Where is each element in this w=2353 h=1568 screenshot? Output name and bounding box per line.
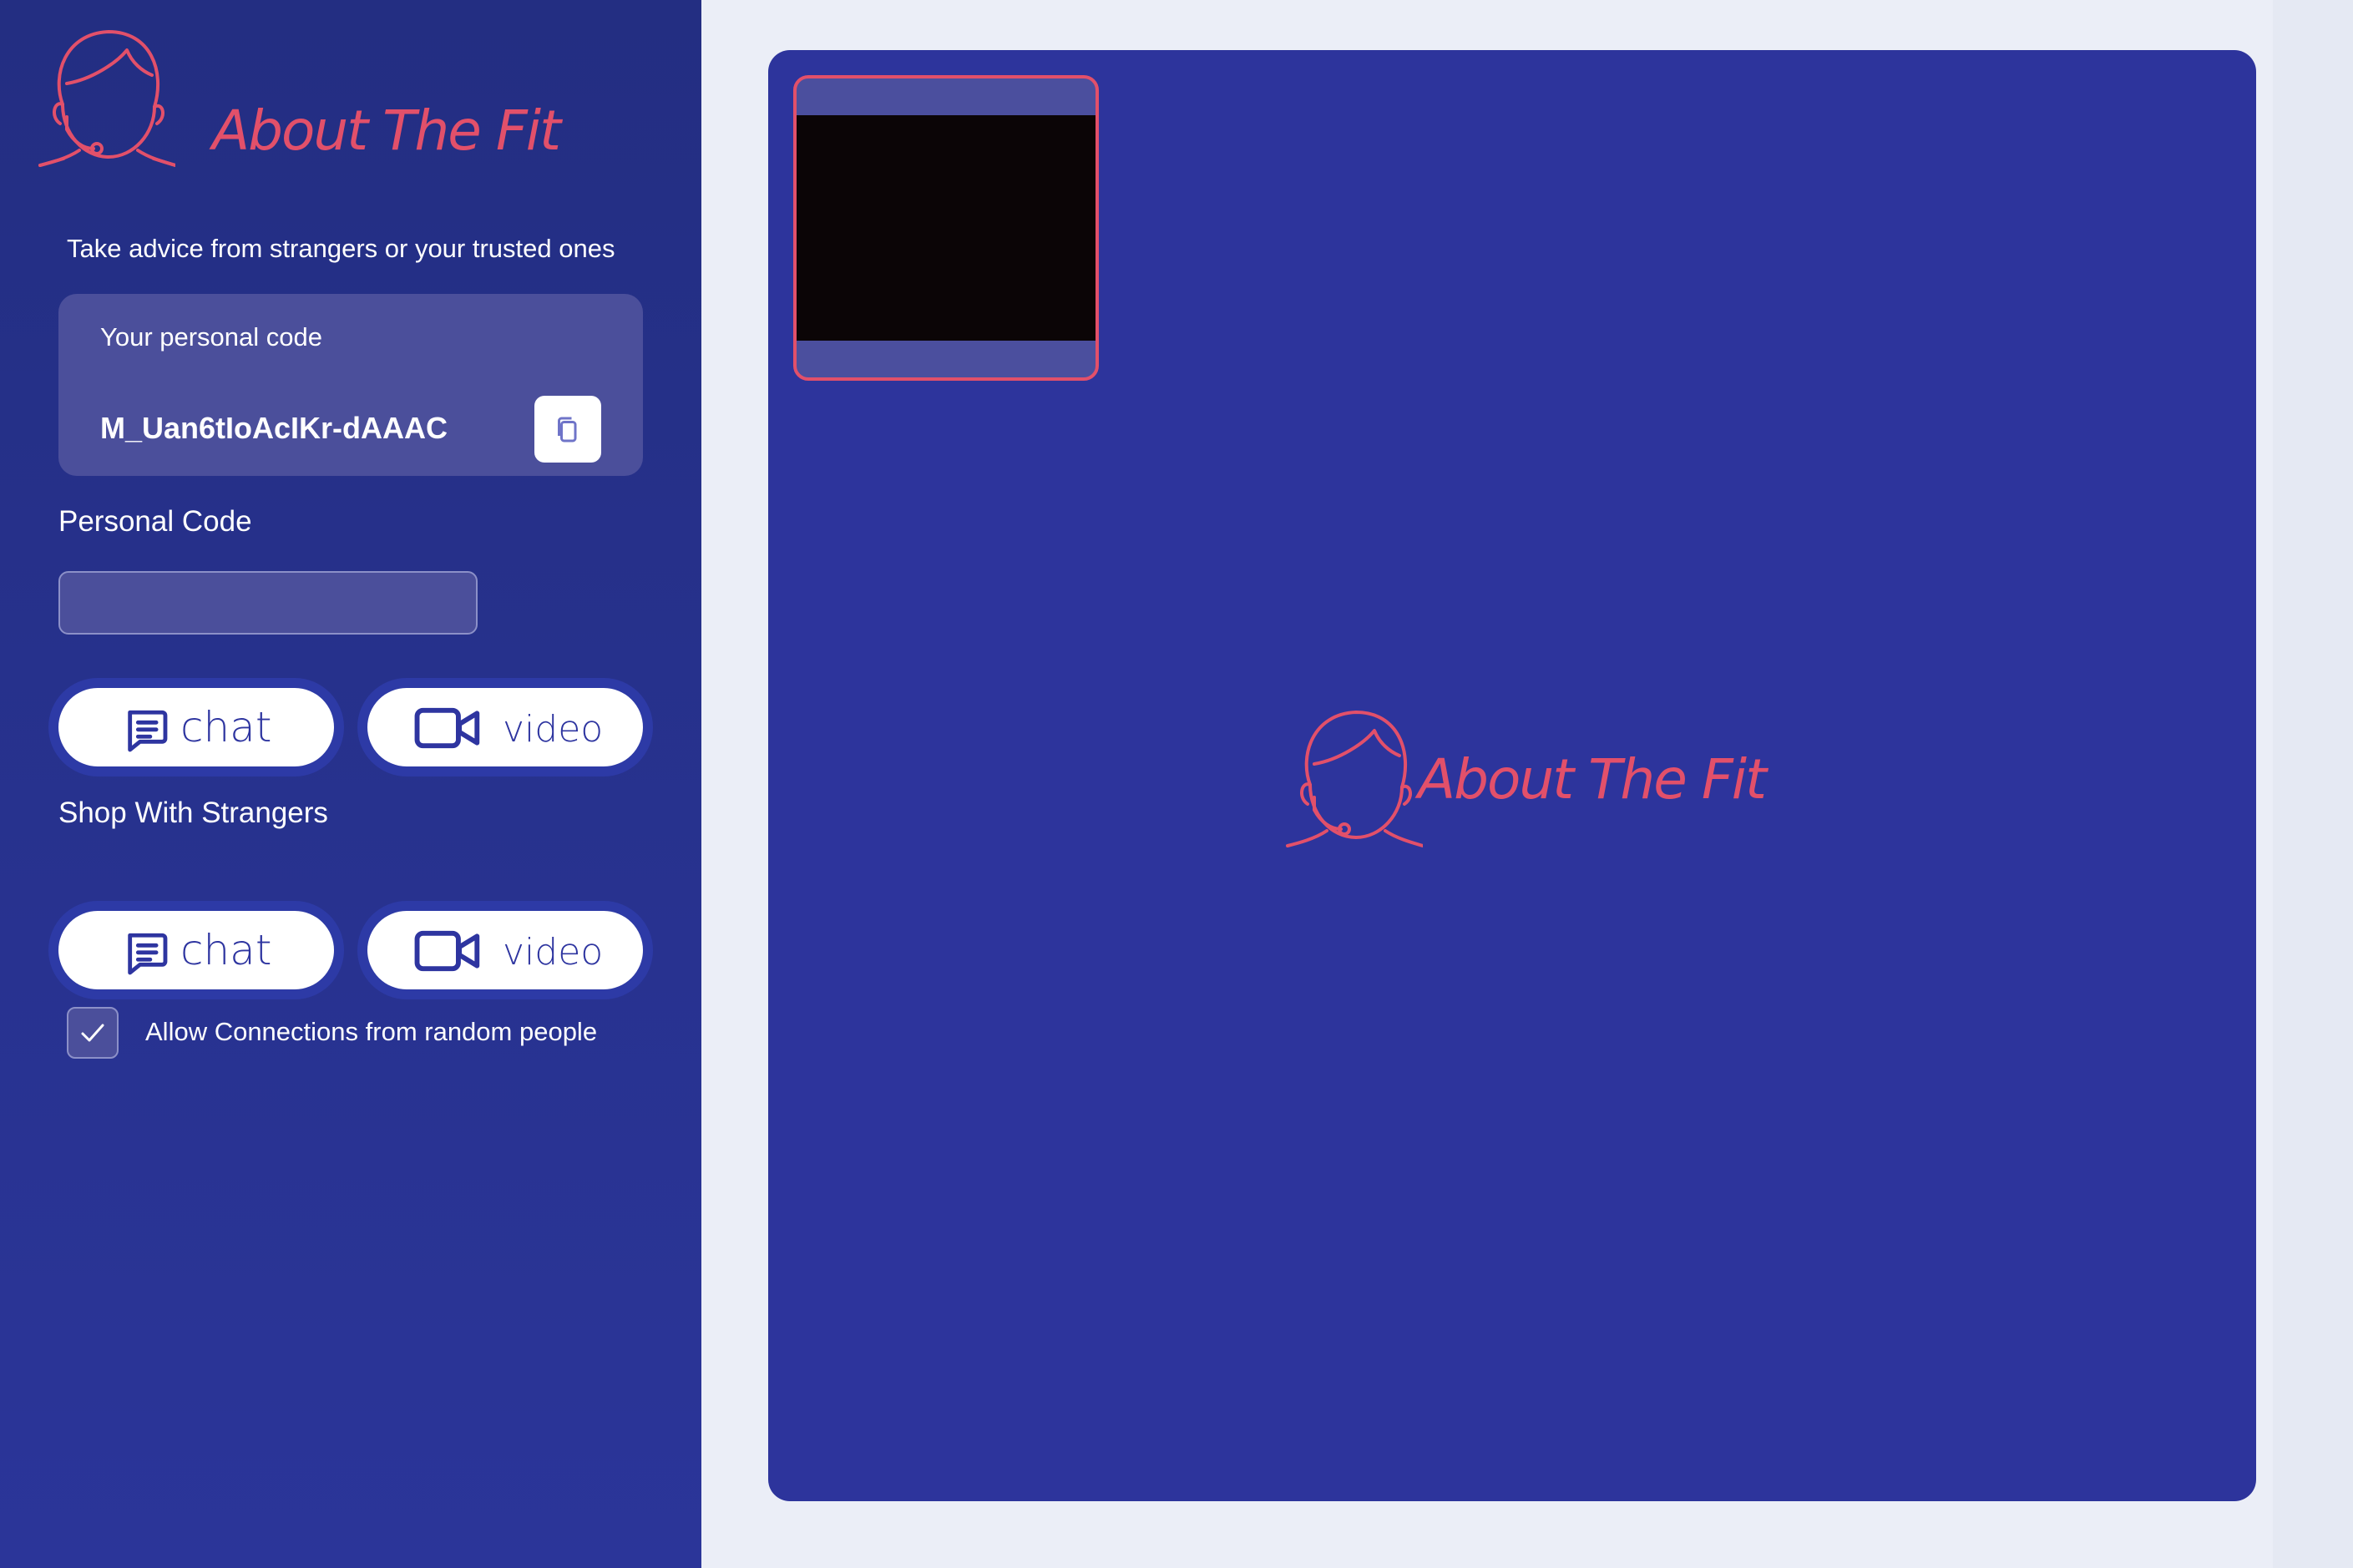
- tagline: Take advice from strangers or your trust…: [67, 234, 615, 263]
- local-video-feed: [797, 115, 1096, 341]
- panel-brand-name: About The Fit: [1418, 747, 1767, 812]
- brand-name: About The Fit: [212, 99, 561, 163]
- allow-random-label: Allow Connections from random people: [145, 1017, 598, 1046]
- personal-code-input[interactable]: [58, 571, 478, 635]
- shop-with-strangers-label: Shop With Strangers: [58, 797, 328, 829]
- chat-label: chat: [180, 926, 272, 974]
- avatar-logo-icon: [38, 30, 177, 167]
- video-camera-icon: [414, 707, 480, 749]
- chat-icon: [128, 933, 168, 975]
- personal-code-card: Your personal code M_Uan6tIoAcIKr-dAAAC: [58, 294, 643, 476]
- video-label: video: [503, 708, 604, 751]
- chat-label: chat: [180, 703, 272, 751]
- video-panel: About The Fit: [768, 50, 2256, 1501]
- personal-code-field-label: Personal Code: [58, 505, 252, 538]
- sidebar: About The Fit Take advice from strangers…: [0, 0, 701, 1568]
- local-video-preview: [793, 75, 1099, 381]
- video-camera-icon: [414, 930, 480, 972]
- stranger-chat-button[interactable]: chat: [58, 911, 334, 989]
- right-margin: [2273, 0, 2353, 1568]
- brand-logo: About The Fit: [33, 25, 561, 175]
- personal-code-value: M_Uan6tIoAcIKr-dAAAC: [100, 411, 448, 445]
- stranger-video-button[interactable]: video: [367, 911, 643, 989]
- allow-random-checkbox[interactable]: [67, 1007, 119, 1059]
- video-label: video: [503, 931, 604, 974]
- personal-video-button[interactable]: video: [367, 688, 643, 766]
- chat-icon: [128, 710, 168, 752]
- personal-code-label: Your personal code: [100, 322, 322, 352]
- panel-brand-logo: About The Fit: [1281, 706, 1767, 856]
- copy-code-button[interactable]: [534, 396, 601, 463]
- personal-chat-button[interactable]: chat: [58, 688, 334, 766]
- checkmark-icon: [81, 1024, 104, 1042]
- copy-icon: [558, 417, 577, 443]
- avatar-logo-icon: [1286, 711, 1424, 847]
